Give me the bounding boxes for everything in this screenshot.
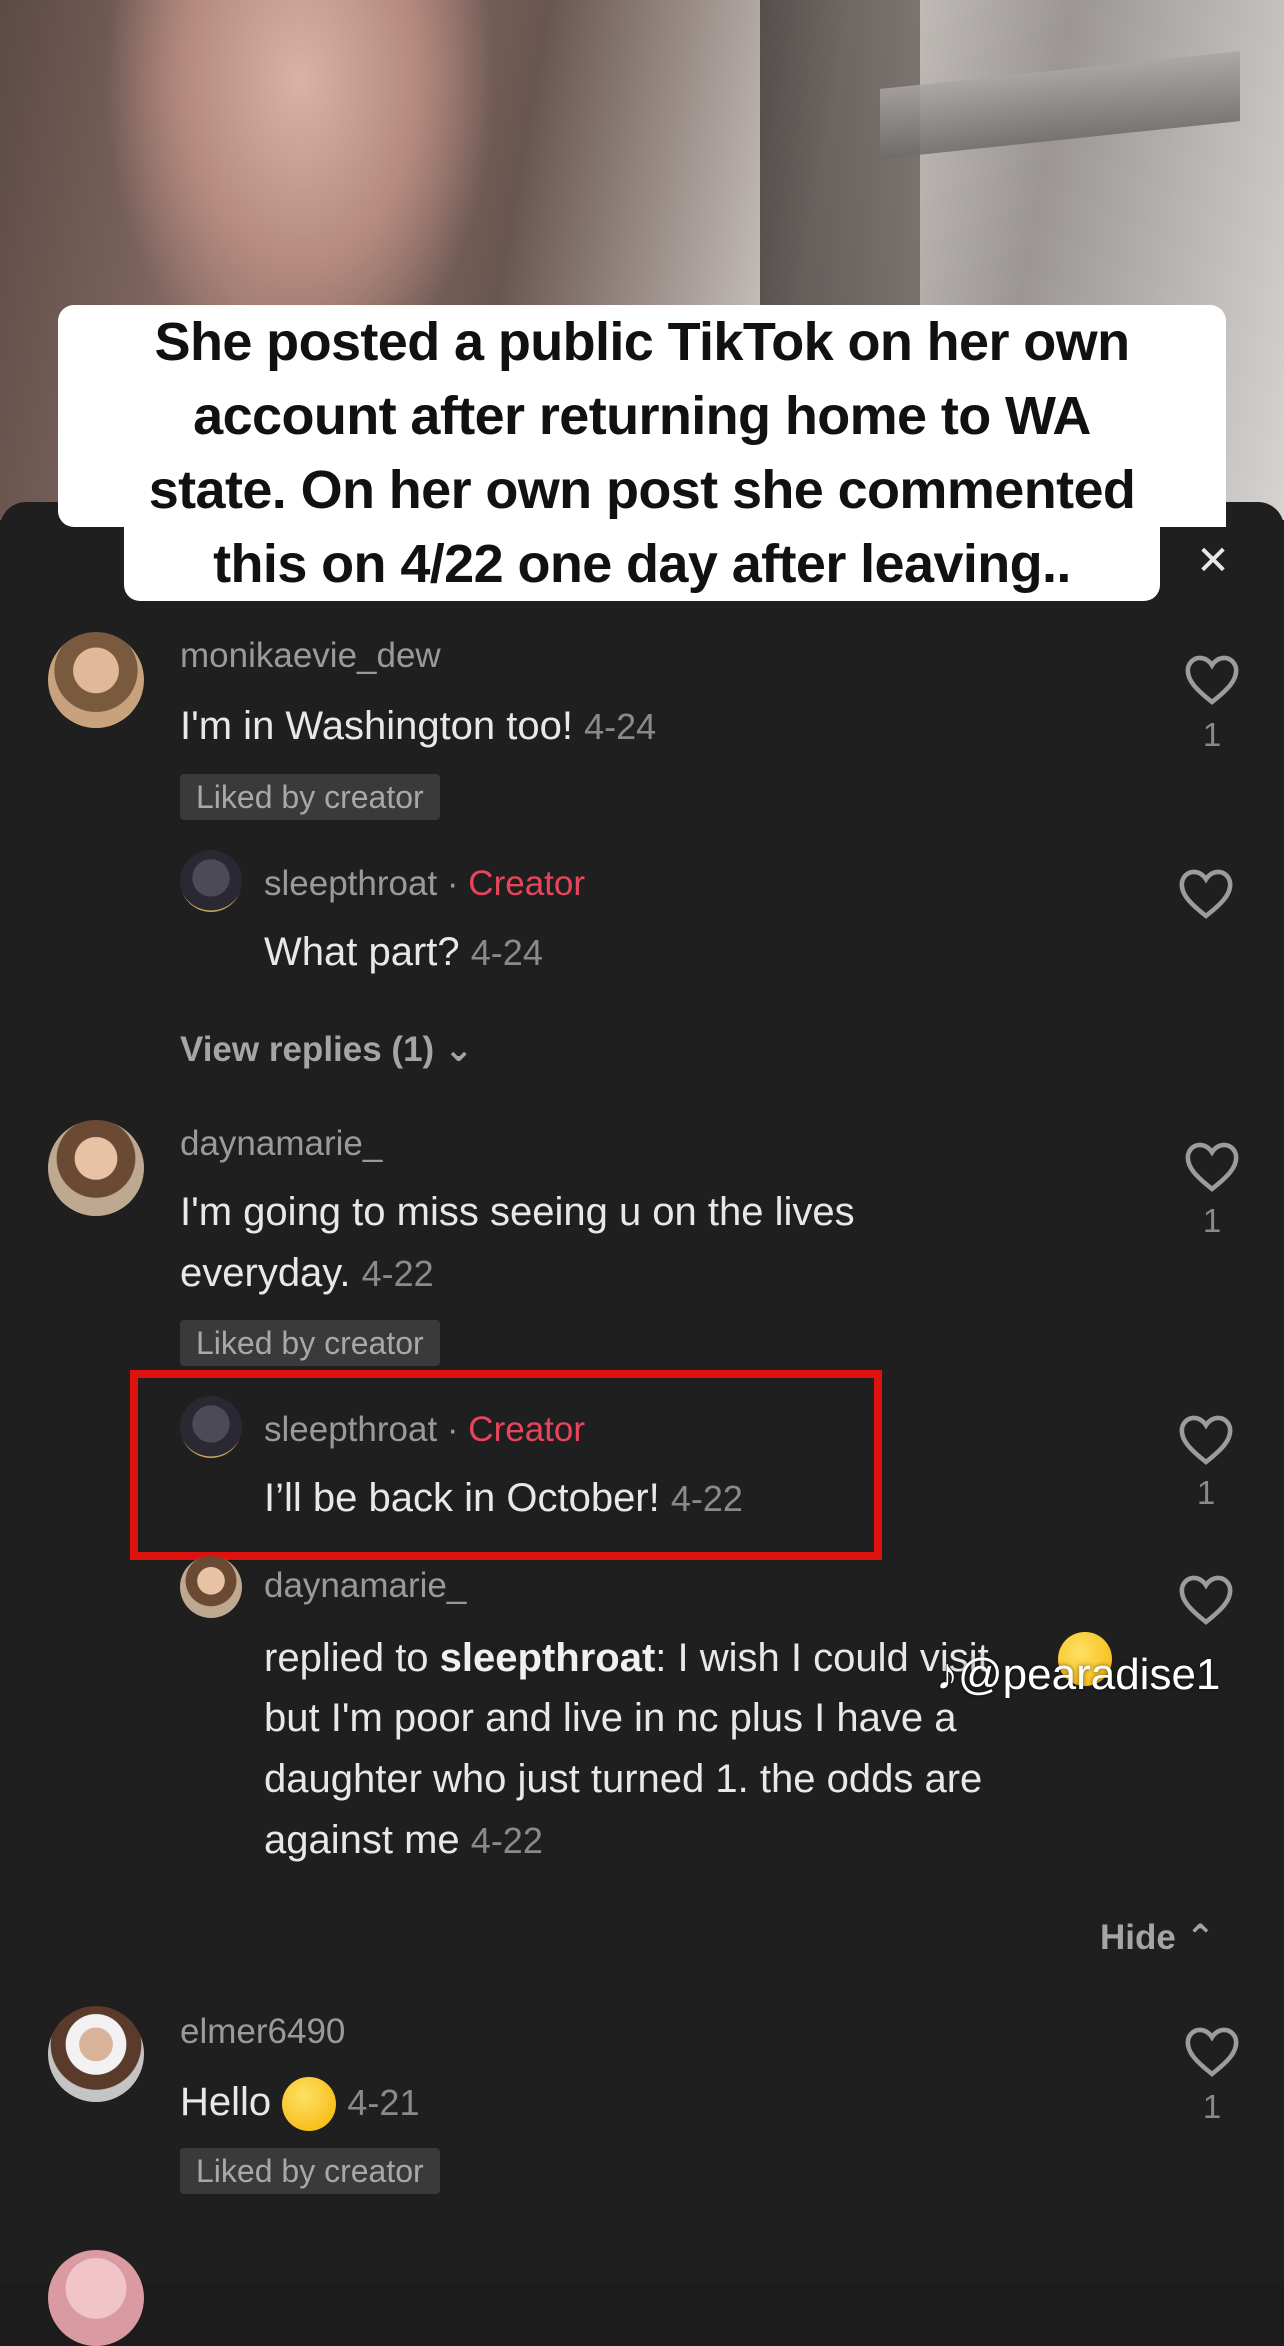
caption-line: account after returning home to WA [193,386,1091,446]
avatar[interactable] [48,1120,144,1216]
comment-username[interactable]: elmer6490 [180,2012,345,2052]
reply-body: against me [264,1818,460,1862]
caption-line: state. On her own post she commented [148,460,1136,520]
watermark-handle: @pearadise1 [958,1650,1221,1699]
reply-date: 4-24 [470,932,543,973]
heart-icon[interactable] [1183,1139,1241,1193]
tiktok-logo-icon: ♪ [936,1650,958,1699]
reply-text: against me 4-22 [264,1810,543,1871]
reply-body: What part? [264,930,460,974]
view-replies-label: View replies (1) [180,1030,435,1069]
reply-text-line: daughter who just turned 1. the odds are [264,1757,983,1801]
like-count: 1 [1202,1202,1222,1239]
comment-date: 4-22 [361,1253,434,1294]
highlight-box [130,1370,882,1560]
heart-icon[interactable] [1177,866,1235,920]
comment-date: 4-24 [584,706,657,747]
reply-text-line: but I'm poor and live in nc plus I have … [264,1696,957,1740]
avatar[interactable] [48,632,144,728]
reply-username[interactable]: daynamarie_ [264,1566,466,1606]
smiling-emoji-icon [282,2077,337,2132]
heart-icon[interactable] [1183,2024,1241,2078]
caption-line: She posted a public TikTok on her own [154,312,1131,372]
video-blur-shape [880,51,1240,159]
liked-by-creator-badge: Liked by creator [180,2148,440,2194]
comment-text: Hello 4-21 [180,2072,419,2133]
comment-text: everyday. 4-22 [180,1243,434,1304]
caption-line: this on 4/22 one day after leaving.. [213,534,1071,594]
reply-username[interactable]: sleepthroat [264,864,437,903]
close-icon[interactable]: ✕ [1190,538,1236,584]
chevron-down-icon: ⌄ [443,1030,474,1069]
heart-icon[interactable] [1177,1412,1235,1466]
avatar[interactable] [48,2250,144,2346]
comment-body: everyday. [180,1251,351,1295]
view-replies-button[interactable]: View replies (1) ⌄ [180,1030,473,1070]
comment-username[interactable]: daynamarie_ [180,1124,382,1164]
reply-header: sleepthroat · Creator [264,864,585,904]
avatar[interactable] [180,1556,242,1618]
hide-label: Hide [1100,1918,1176,1957]
reply-text-line: replied to sleepthroat: I wish I could v… [264,1628,989,1689]
avatar[interactable] [180,850,242,912]
comment-text: I'm in Washington too! 4-24 [180,696,656,757]
tiktok-watermark: ♪@pearadise1 [936,1650,1220,1700]
replied-to-prefix: replied to [264,1636,440,1680]
creator-badge: Creator [468,864,586,903]
like-count: 1 [1196,1474,1216,1511]
heart-icon[interactable] [1183,652,1241,706]
liked-by-creator-badge: Liked by creator [180,774,440,820]
comment-body: I'm in Washington too! [180,704,574,748]
like-count: 1 [1202,2088,1222,2125]
comment-date: 4-21 [347,2082,420,2123]
chevron-up-icon: ⌃ [1185,1918,1215,1957]
reply-text: What part? 4-24 [264,922,543,983]
like-count: 1 [1202,716,1222,753]
comment-username[interactable]: monikaevie_dew [180,636,441,676]
liked-by-creator-badge: Liked by creator [180,1320,440,1366]
avatar[interactable] [48,2006,144,2102]
comment-text-line: I'm going to miss seeing u on the lives [180,1190,855,1234]
heart-icon[interactable] [1177,1572,1235,1626]
comment-body: Hello [180,2080,272,2124]
separator-dot: · [446,864,459,903]
replied-to-user[interactable]: sleepthroat [440,1636,656,1680]
reply-date: 4-22 [470,1820,543,1861]
hide-replies-button[interactable]: Hide ⌃ [1100,1918,1215,1958]
